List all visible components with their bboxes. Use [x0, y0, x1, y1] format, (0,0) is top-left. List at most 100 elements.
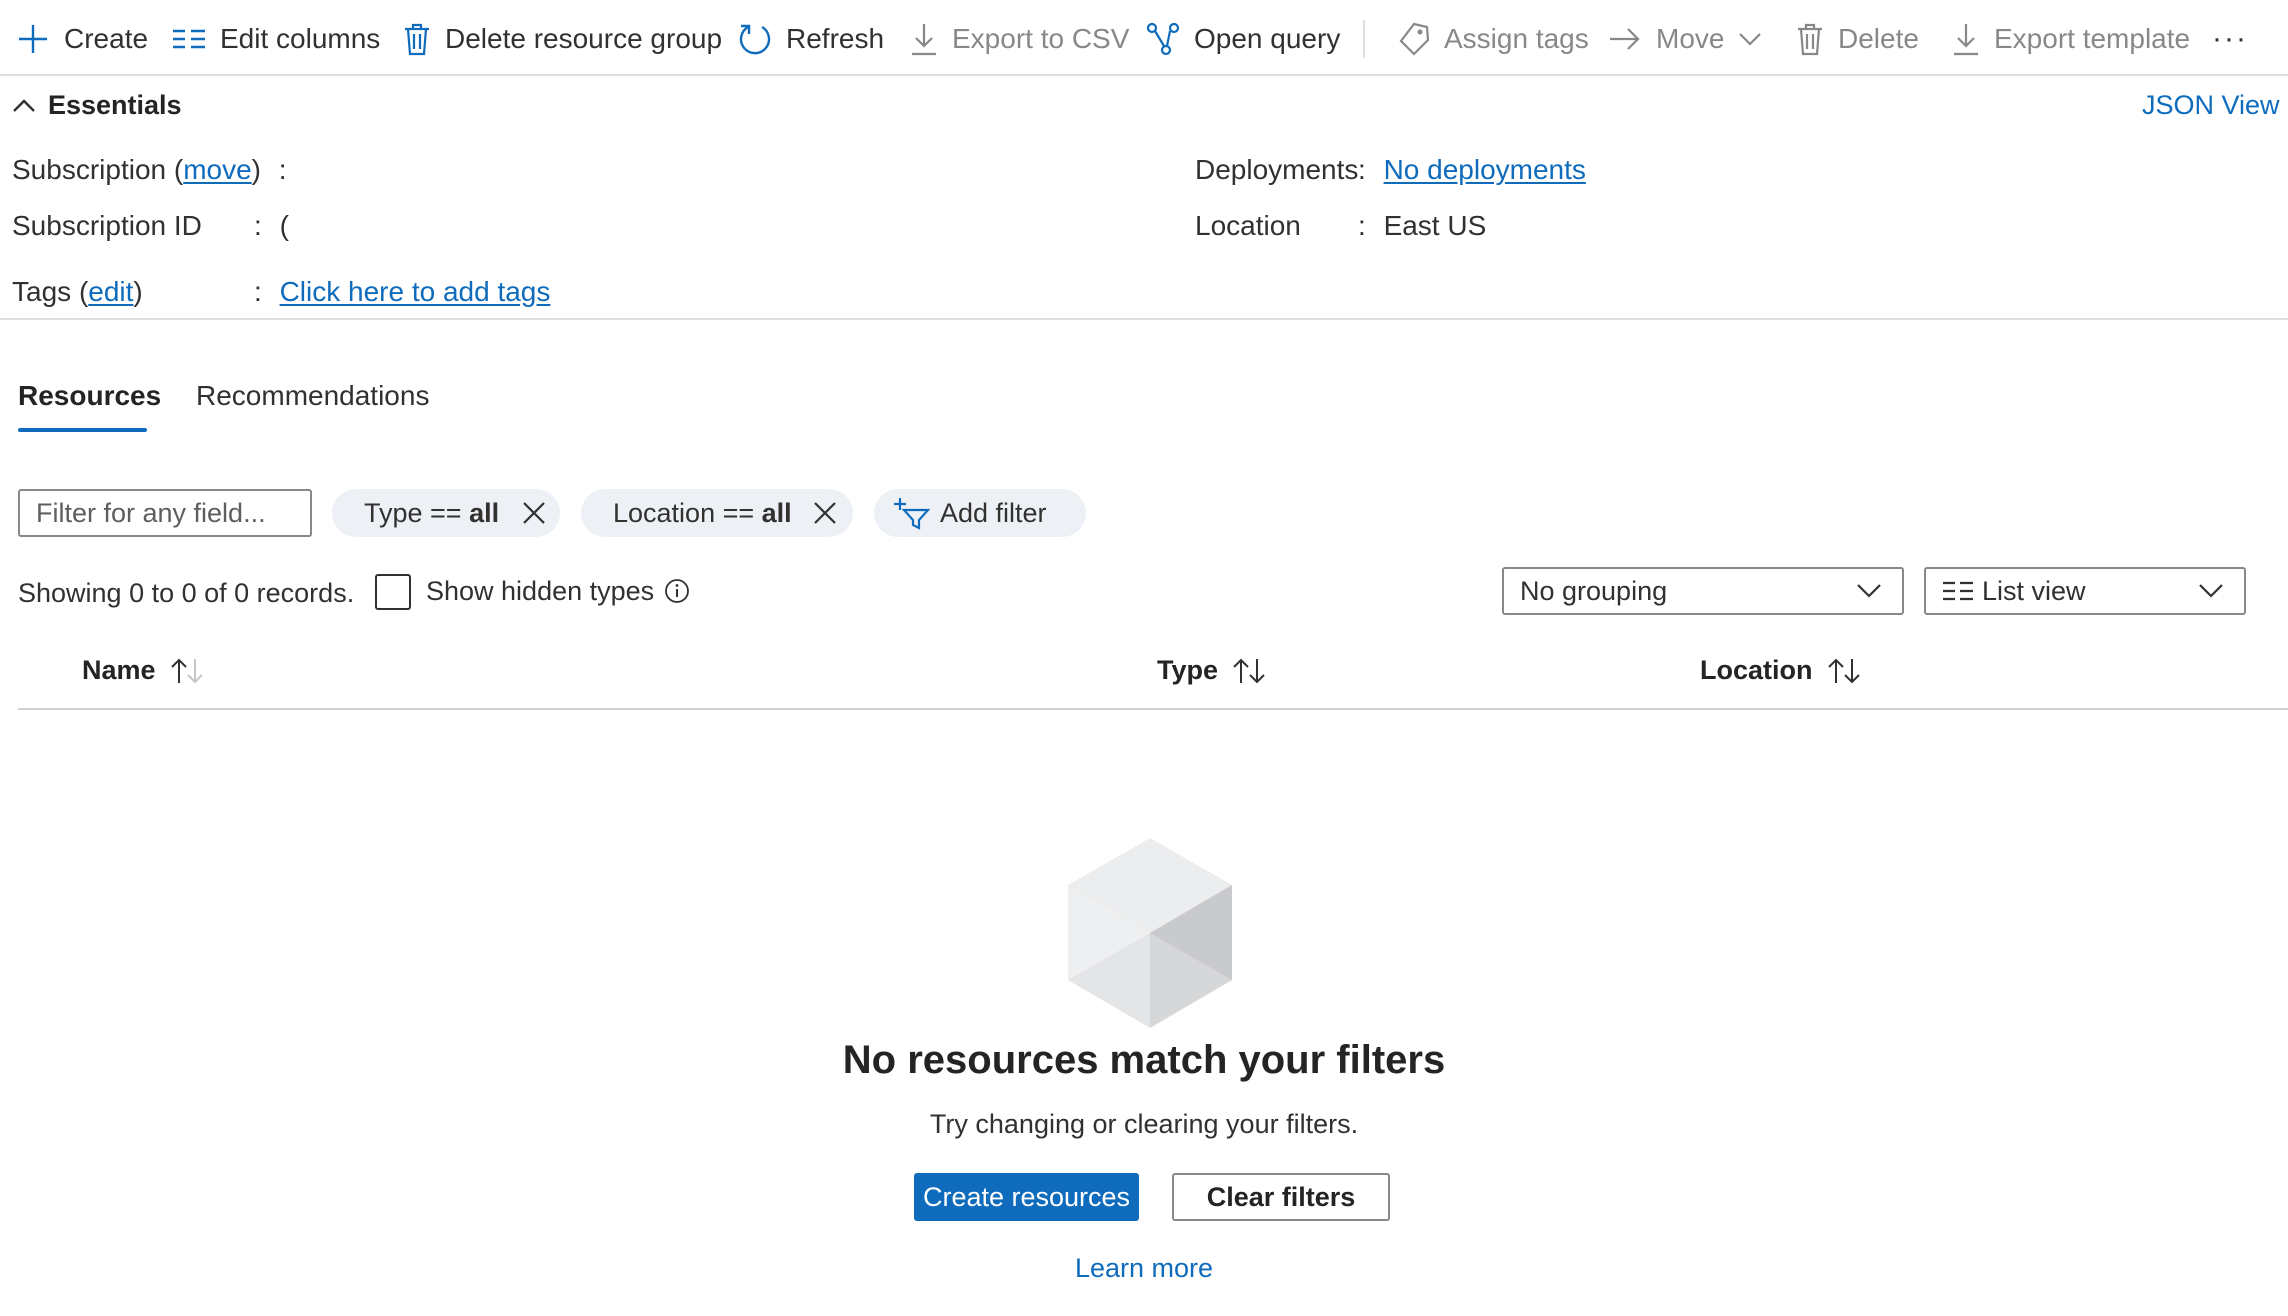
delete-resource-group-button[interactable]: Delete resource group — [403, 14, 722, 64]
move-button[interactable]: Move — [1608, 14, 1762, 64]
download-icon — [1954, 24, 1978, 56]
paren-close: ) — [251, 154, 261, 185]
tags-value-row: : Click here to add tags — [254, 276, 550, 308]
tags-colon: : — [254, 276, 262, 307]
tag-icon — [1399, 22, 1430, 56]
close-icon[interactable] — [522, 501, 546, 525]
close-icon[interactable] — [813, 501, 837, 525]
trash-icon — [1798, 23, 1822, 56]
refresh-icon — [739, 24, 771, 55]
clear-filters-button[interactable]: Clear filters — [1172, 1173, 1390, 1221]
essentials-divider — [0, 318, 2288, 320]
edit-columns-label: Edit columns — [220, 23, 381, 54]
edit-tags-link[interactable]: edit — [88, 276, 133, 307]
column-header-name[interactable]: Name — [82, 655, 204, 686]
delete-button[interactable]: Delete — [1796, 14, 1919, 64]
chevron-down-icon — [2199, 584, 2223, 598]
tags-row: Tags (edit) — [12, 276, 143, 308]
grouping-value: No grouping — [1520, 575, 1668, 606]
list-view-icon — [1943, 581, 1973, 601]
column-header-location[interactable]: Location — [1700, 655, 1861, 686]
move-label: Move — [1656, 23, 1725, 54]
assign-tags-label: Assign tags — [1444, 23, 1589, 54]
add-tags-link[interactable]: Click here to add tags — [280, 276, 551, 307]
subscription-row: Subscription (move) : — [12, 154, 287, 186]
essentials-toggle[interactable]: Essentials — [12, 90, 182, 121]
move-subscription-link[interactable]: move — [183, 154, 251, 185]
deployments-value-row: : No deployments — [1358, 154, 1586, 186]
arrow-right-icon — [1610, 28, 1640, 50]
open-query-button[interactable]: Open query — [1146, 14, 1340, 64]
show-hidden-types-checkbox[interactable] — [375, 574, 411, 610]
view-dropdown[interactable]: List view — [1924, 567, 2246, 615]
column-type-label: Type — [1157, 655, 1219, 685]
empty-cube-icon — [1068, 838, 1232, 1028]
subscription-id-value-row: : ( — [254, 210, 289, 242]
deployments-label: Deployments — [1195, 154, 1359, 185]
location-filter-value: all — [761, 497, 792, 528]
sort-icon — [1233, 658, 1265, 683]
filter-input[interactable] — [18, 489, 312, 537]
create-button[interactable]: Create — [16, 14, 148, 64]
type-filter-prefix: Type == — [364, 497, 470, 528]
export-csv-label: Export to CSV — [952, 23, 1130, 54]
location-value-row: : East US — [1358, 210, 1486, 242]
more-actions-button[interactable]: ··· — [2212, 14, 2248, 64]
create-resources-button[interactable]: Create resources — [914, 1173, 1139, 1221]
tags-label: Tags — [12, 276, 72, 307]
create-label: Create — [64, 23, 149, 54]
assign-tags-button[interactable]: Assign tags — [1398, 14, 1589, 64]
deployments-link[interactable]: No deployments — [1384, 154, 1586, 185]
empty-state-title: No resources match your filters — [842, 1038, 1446, 1082]
column-header-type[interactable]: Type — [1157, 655, 1266, 686]
download-icon — [912, 24, 936, 56]
plus-icon — [19, 25, 47, 53]
type-filter-pill[interactable]: Type == all — [332, 489, 560, 537]
tab-recommendations[interactable]: Recommendations — [196, 380, 429, 412]
info-icon[interactable] — [664, 578, 690, 604]
open-query-label: Open query — [1194, 23, 1341, 54]
active-tab-indicator — [18, 428, 147, 432]
tab-resources[interactable]: Resources — [18, 380, 161, 412]
column-location-label: Location — [1700, 655, 1813, 685]
paren-close: ) — [133, 276, 143, 307]
essentials-title: Essentials — [48, 90, 182, 120]
delete-resource-group-label: Delete resource group — [445, 23, 723, 54]
sort-ascending-icon — [170, 658, 203, 683]
subscription-id-value: ( — [279, 210, 289, 241]
deployments-colon: : — [1358, 154, 1366, 185]
location-colon: : — [1358, 210, 1366, 241]
add-filter-icon — [894, 498, 930, 530]
location-label: Location — [1195, 210, 1301, 241]
subscription-id-colon: : — [254, 210, 262, 241]
view-value: List view — [1982, 575, 2086, 606]
export-csv-button[interactable]: Export to CSV — [910, 14, 1129, 64]
sort-icon — [1827, 658, 1860, 683]
subscription-id-row: Subscription ID — [12, 210, 202, 242]
query-graph-icon — [1146, 22, 1180, 56]
type-filter-value: all — [469, 497, 500, 528]
learn-more-link[interactable]: Learn more — [0, 1253, 2288, 1284]
refresh-button[interactable]: Refresh — [738, 14, 884, 64]
records-count: Showing 0 to 0 of 0 records. — [18, 578, 355, 608]
json-view-link[interactable]: JSON View — [2142, 90, 2280, 121]
paren-open: ( — [78, 276, 89, 307]
table-header-divider — [18, 708, 2288, 710]
subscription-id-label: Subscription ID — [12, 210, 202, 241]
add-filter-label: Add filter — [940, 497, 1047, 528]
empty-state-subtitle: Try changing or clearing your filters. — [929, 1109, 1359, 1139]
add-filter-button[interactable]: Add filter — [874, 489, 1086, 537]
paren-open: ( — [173, 154, 184, 185]
subscription-colon: : — [278, 154, 287, 185]
grouping-dropdown[interactable]: No grouping — [1502, 567, 1904, 615]
location-filter-pill[interactable]: Location == all — [581, 489, 853, 537]
chevron-up-icon — [13, 98, 35, 112]
trash-icon — [405, 23, 429, 56]
export-template-button[interactable]: Export template — [1952, 14, 2190, 64]
column-name-label: Name — [82, 655, 156, 685]
chevron-down-icon — [1857, 584, 1881, 598]
location-filter-prefix: Location == — [613, 497, 762, 528]
columns-icon — [173, 29, 205, 49]
ellipsis-icon: ··· — [2212, 22, 2248, 55]
edit-columns-button[interactable]: Edit columns — [172, 14, 380, 64]
